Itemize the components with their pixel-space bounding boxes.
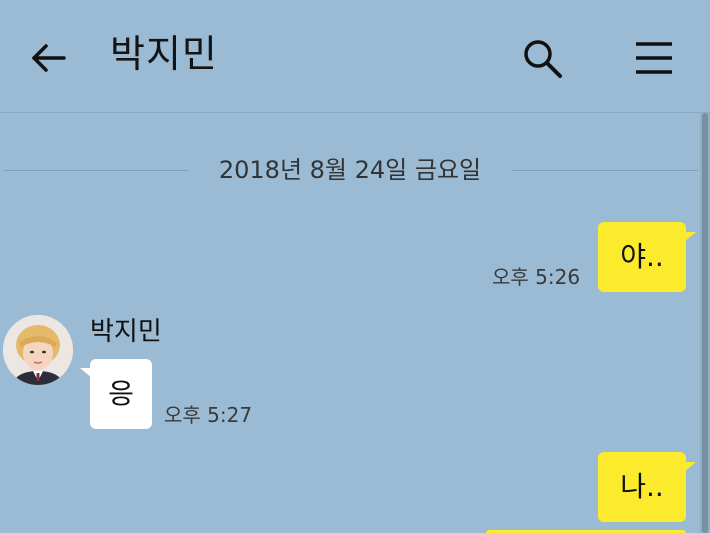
divider-line bbox=[512, 170, 698, 171]
sender-name: 박지민 bbox=[90, 317, 162, 347]
my-message-bubble[interactable]: 야.. bbox=[598, 222, 686, 292]
message-text: 나.. bbox=[620, 470, 664, 503]
message-time: 오후 5:27 bbox=[164, 403, 253, 427]
my-message-bubble[interactable]: 나.. bbox=[598, 452, 686, 522]
hamburger-menu-icon bbox=[636, 42, 672, 74]
bubble-tail bbox=[684, 232, 696, 242]
search-icon bbox=[524, 40, 562, 78]
search-button[interactable] bbox=[520, 36, 564, 80]
divider-line bbox=[4, 170, 188, 171]
arrow-left-icon bbox=[32, 44, 66, 72]
chat-header: 박지민 bbox=[0, 0, 710, 113]
profile-photo bbox=[3, 315, 73, 385]
menu-button[interactable] bbox=[634, 40, 674, 76]
message-text: 야.. bbox=[620, 240, 664, 273]
date-label: 2018년 8월 24일 금요일 bbox=[218, 156, 482, 184]
date-divider: 2018년 8월 24일 금요일 bbox=[0, 150, 700, 190]
back-button[interactable] bbox=[28, 38, 68, 78]
message-time: 오후 5:26 bbox=[492, 265, 581, 289]
chat-title: 박지민 bbox=[110, 32, 218, 76]
bubble-tail bbox=[684, 462, 696, 472]
scrollbar-thumb[interactable] bbox=[702, 113, 708, 533]
avatar[interactable] bbox=[3, 315, 73, 385]
message-text: 응 bbox=[108, 377, 134, 410]
other-message-bubble[interactable]: 응 bbox=[90, 359, 152, 429]
